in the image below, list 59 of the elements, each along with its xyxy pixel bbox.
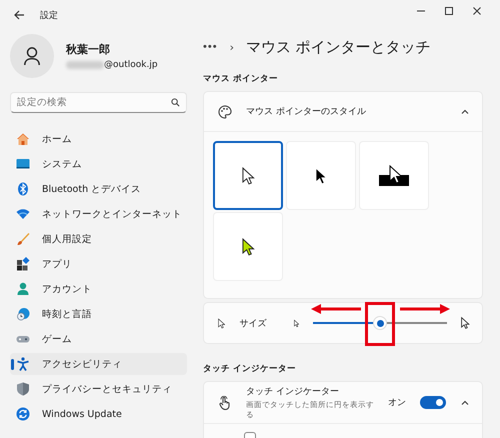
close-icon <box>471 5 483 17</box>
size-slider[interactable] <box>313 316 448 330</box>
section-heading: マウス ポインター <box>203 73 279 85</box>
maximize-button[interactable] <box>443 5 455 17</box>
right-arrow-annotation <box>398 304 450 314</box>
toggle-state-label: オン <box>388 397 406 409</box>
section-heading: タッチ インジケーター <box>203 363 297 375</box>
left-arrow-annotation <box>311 304 364 314</box>
wifi-icon <box>16 207 30 221</box>
setting-label: マウス ポインターのスタイル <box>246 106 367 118</box>
brush-icon <box>16 232 30 246</box>
highlight-box <box>365 302 396 346</box>
shield-icon <box>16 382 30 396</box>
page-title: マウス ポインターとタッチ <box>246 38 431 56</box>
person-icon <box>23 46 41 66</box>
small-pointer-icon <box>294 318 300 328</box>
pointer-icon <box>242 166 254 184</box>
search-icon <box>171 98 180 107</box>
sidebar-item[interactable]: 個人用設定 <box>10 228 187 250</box>
sidebar-item[interactable]: Windows Update <box>10 403 187 425</box>
apps-icon <box>16 257 30 271</box>
sidebar-item[interactable]: アクセシビリティ <box>10 353 187 375</box>
accessibility-icon <box>16 357 30 371</box>
sidebar-item[interactable]: システム <box>10 153 187 175</box>
pointer-icon <box>242 238 254 256</box>
sidebar-item[interactable]: アカウント <box>10 278 187 300</box>
update-icon <box>16 407 30 421</box>
inverted-pointer-icon <box>377 164 411 186</box>
setting-label: サイズ <box>239 318 268 330</box>
user-email: @outlook.jp <box>104 60 158 70</box>
blurred-text <box>66 61 104 69</box>
user-name: 秋葉一郎 <box>66 42 111 57</box>
palette-icon <box>218 104 232 118</box>
breadcrumb-separator: › <box>230 40 234 54</box>
person-icon <box>16 282 30 296</box>
monitor-icon <box>16 157 30 171</box>
more-button[interactable]: ••• <box>203 41 218 53</box>
bluetooth-icon <box>16 182 30 196</box>
clock-globe-icon <box>16 307 30 321</box>
back-arrow-icon <box>12 8 26 22</box>
sidebar-item[interactable]: 時刻と言語 <box>10 303 187 325</box>
sidebar-item[interactable]: プライバシーとセキュリティ <box>10 378 187 400</box>
sidebar-item[interactable]: アプリ <box>10 253 187 275</box>
house-icon <box>16 132 30 146</box>
sidebar-item[interactable]: ゲーム <box>10 328 187 350</box>
toggle-switch[interactable] <box>420 396 446 409</box>
close-button[interactable] <box>471 5 483 17</box>
slider-thumb[interactable] <box>373 316 388 330</box>
window-title: 設定 <box>40 10 58 22</box>
maximize-icon <box>443 5 455 17</box>
sidebar-item[interactable]: Bluetooth とデバイス <box>10 178 187 200</box>
pointer-icon <box>218 316 226 330</box>
back-button[interactable] <box>12 8 26 22</box>
sidebar-item[interactable]: ホーム <box>10 128 187 150</box>
pointer-icon <box>314 166 328 184</box>
setting-label: タッチ インジケーター <box>246 386 340 398</box>
touch-hand-icon <box>218 396 232 410</box>
sidebar-item[interactable]: ネットワークとインターネット <box>10 203 187 225</box>
search-field[interactable]: 設定の検索 <box>10 92 187 113</box>
